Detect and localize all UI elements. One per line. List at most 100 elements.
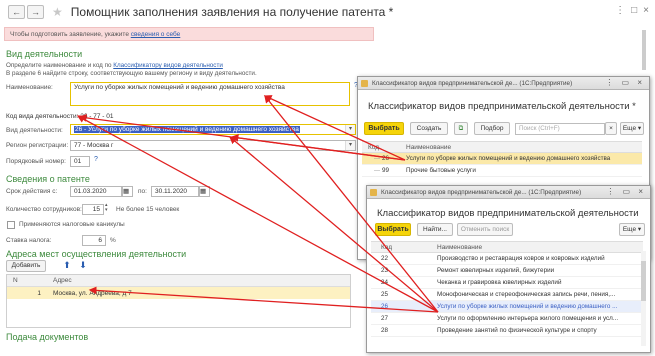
term-to-label: по: [138,188,147,195]
column-name: Наименование [437,243,483,251]
choose-button[interactable]: Выбрать [375,223,411,236]
filter-button[interactable]: Подбор [474,122,510,135]
close-icon[interactable]: × [643,5,649,16]
scrollbar-thumb[interactable] [642,30,646,70]
item-code: 26 [381,303,389,310]
item-code: —99 [374,167,390,174]
order-number-label: Порядковый номер: [6,158,66,165]
order-number-field[interactable]: 01 [70,156,90,167]
list-scrollbar[interactable] [641,251,646,346]
cancel-search-button[interactable]: Отменить поиск [457,223,513,236]
item-code: 22 [381,255,389,262]
window-controls[interactable]: ⋮ ▭ × [605,78,645,87]
more-menu-icon[interactable]: ⋮ [615,5,625,16]
holidays-checkbox[interactable] [7,221,15,229]
scrollbar-thumb[interactable] [641,261,646,301]
list-header: Код Наименование [362,141,642,153]
list-item[interactable]: 27 Услуги по оформлению интерьера жилого… [371,313,643,325]
add-address-button[interactable]: Добавить [6,260,46,272]
table-row[interactable]: 1 Москва, ул. Андреева, д 7 [7,287,350,299]
row-number: 1 [37,289,41,297]
list-item[interactable]: —99 Прочие бытовые услуги [362,165,642,177]
arrow-right-icon: → [31,7,40,17]
star-icon[interactable]: ★ [52,5,63,19]
term-label: Срок действия с: [6,188,58,195]
region-select[interactable]: 77 - Москва г ▾ [70,140,356,151]
tax-rate-field[interactable]: 6 [82,235,106,246]
addresses-table: N Адрес 1 Москва, ул. Андреева, д 7 [6,274,351,328]
column-name: Наименование [406,143,452,151]
item-code: 23 [381,267,389,274]
item-code: 27 [381,315,389,322]
term-from-field[interactable]: 01.03.2020 [70,186,122,197]
classifier-window-titlebar: Классификатор видов предпринимательской … [358,77,649,90]
name-field[interactable]: Услуги по уборке жилых помещений и веден… [70,82,350,106]
list-item-selected[interactable]: 26 Услуги по уборке жилых помещений и ве… [371,301,643,313]
staff-label: Количество сотрудников: [6,206,82,213]
item-name: Услуги по уборке жилых помещений и веден… [406,155,611,162]
item-name: Услуги по оформлению интерьера жилого по… [437,315,619,322]
create-button[interactable]: Создать [410,122,448,135]
staff-stepper-icon[interactable]: ▴ ▾ [105,203,108,213]
order-help-icon[interactable]: ? [94,156,98,163]
list-item[interactable]: 24 Чеканка и гравировка ювелирных издели… [371,277,643,289]
chevron-down-icon[interactable]: ▾ [345,141,355,150]
classifier-list: Код Наименование —26 Услуги по уборке жи… [362,141,642,177]
item-name: Проведение занятий по физической культур… [437,327,597,334]
activity-type-select[interactable]: 26 - Услуги по уборке жилых помещений и … [70,124,356,135]
search-input[interactable]: Поиск (Ctrl+F) [515,123,605,135]
term-to-field[interactable]: 30.11.2020 [151,186,199,197]
search-clear-icon[interactable]: × [605,122,617,135]
table-empty-area [7,299,350,327]
item-code: —26 [374,155,390,162]
window-toolbar: ← → ★ Помощник заполнения заявления на п… [0,0,655,24]
submit-section-title: Подача документов [6,332,89,342]
choose-button[interactable]: Выбрать [364,122,404,135]
list-header: Код Наименование [371,241,643,253]
forward-button[interactable]: → [27,5,44,19]
back-button[interactable]: ← [8,5,25,19]
app-icon [361,80,368,87]
patent-section-title: Сведения о патенте [6,174,90,184]
find-button[interactable]: Найти... [417,223,453,236]
list-item[interactable]: 28 Проведение занятий по физической куль… [371,325,643,337]
notice-text: Чтобы подготовить заявление, укажите [10,31,129,38]
arrow-down-icon[interactable]: ⬇ [76,260,90,272]
classifier-link[interactable]: Классификатору видов деятельности [113,62,223,69]
item-name: Услуги по уборке жилых помещений и веден… [437,303,618,310]
column-code: Код [381,243,393,251]
name-label: Наименование: [6,84,53,91]
item-name: Монофоническая и стереофоническая запись… [437,291,616,298]
tax-rate-unit: % [110,237,116,244]
more-button[interactable]: Еще ▾ [620,122,644,135]
window-controls: ⋮ □ × [615,5,649,16]
chevron-down-icon[interactable]: ▾ [345,125,355,134]
calendar-icon[interactable]: ▦ [199,186,210,197]
classifier-title: Классификатор видов предпринимательской … [368,101,636,112]
column-address: Адрес [53,277,72,284]
staff-field[interactable]: 15 [82,204,104,215]
list-item[interactable]: 25 Монофоническая и стереофоническая зап… [371,289,643,301]
copy-icon[interactable]: ⧉ [454,122,468,135]
arrow-up-icon[interactable]: ⬆ [60,260,74,272]
item-code: 28 [381,327,389,334]
more-button[interactable]: Еще ▾ [619,223,645,236]
maximize-icon[interactable]: □ [631,5,637,16]
item-code: 24 [381,279,389,286]
region-label: Регион регистрации: [6,142,69,149]
item-name: Ремонт ювелирных изделий, бижутерии [437,267,555,274]
list-item[interactable]: —26 Услуги по уборке жилых помещений и в… [362,153,642,165]
calendar-icon[interactable]: ▦ [122,186,133,197]
activity-type-label: Вид деятельности: [6,127,63,134]
row-address: Москва, ул. Андреева, д 7 [53,289,132,297]
page-title: Помощник заполнения заявления на получен… [70,5,394,19]
personal-info-link[interactable]: сведения о себе [131,31,181,38]
window-controls[interactable]: ⋮ ▭ × [606,187,646,196]
column-n: N [13,277,18,284]
app-icon [370,189,377,196]
item-code: 25 [381,291,389,298]
list-item[interactable]: 23 Ремонт ювелирных изделий, бижутерии [371,265,643,277]
activity-hint-text: Определите наименование и код по [6,62,112,69]
region-value: 77 - Москва г [74,142,114,149]
list-item[interactable]: 22 Производство и реставрация ковров и к… [371,253,643,265]
